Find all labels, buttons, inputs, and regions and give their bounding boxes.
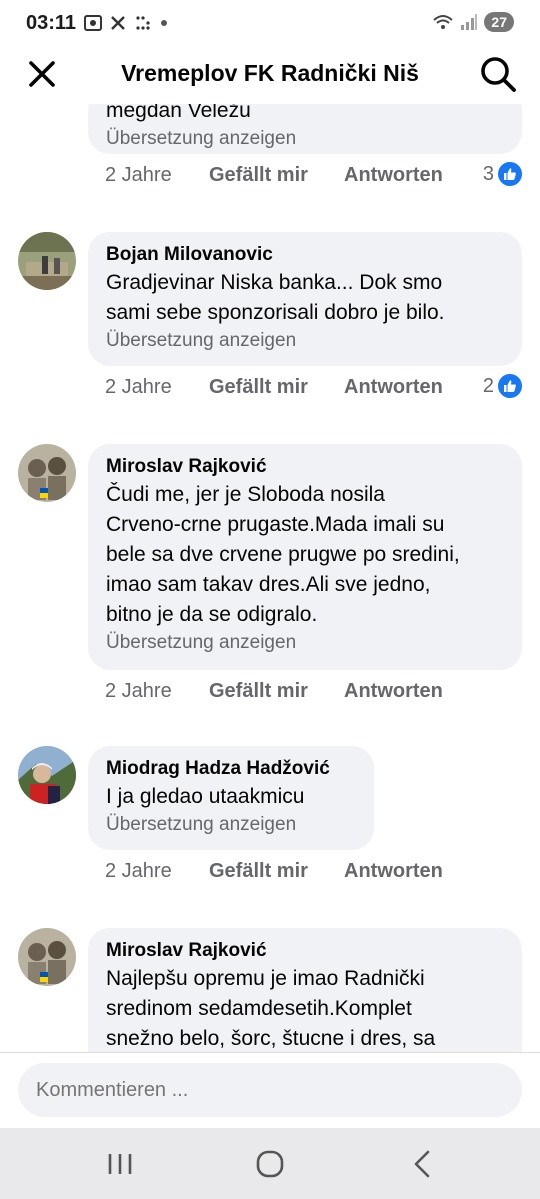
comment-text-line: bele sa dve crvene prugwe po sredini, <box>106 543 460 566</box>
avatar[interactable] <box>18 746 76 804</box>
thumbs-up-icon <box>498 374 522 398</box>
dot-icon <box>161 20 167 26</box>
comment-bubble[interactable]: Bojan Milovanovic Gradjevinar Niska bank… <box>88 232 522 366</box>
comment-bubble[interactable]: megdan Veležu Übersetzung anzeigen <box>88 104 522 154</box>
back-icon[interactable] <box>404 1146 440 1182</box>
comment-text-line: sami sebe sponzorisali dobro je bilo. <box>106 301 445 324</box>
page-title: Vremeplov FK Radnički Niš <box>121 60 419 86</box>
reply-button[interactable]: Antworten <box>344 376 443 399</box>
avatar[interactable] <box>18 232 76 290</box>
comment-time: 2 Jahre <box>105 164 172 186</box>
search-icon[interactable] <box>478 54 518 94</box>
comment-text-line: Crveno-crne prugaste.Mada imali su <box>106 513 445 536</box>
reaction-count[interactable]: 3 <box>483 162 522 186</box>
comment-text-line: Gradjevinar Niska banka... Dok smo <box>106 271 443 294</box>
gallery-icon <box>84 15 102 31</box>
comment-author[interactable]: Miroslav Rajković <box>106 938 504 964</box>
thumbs-up-icon <box>498 162 522 186</box>
like-button[interactable]: Gefällt mir <box>209 680 344 703</box>
wifi-icon <box>433 15 454 29</box>
see-translation-link[interactable]: Übersetzung anzeigen <box>106 812 356 838</box>
avatar[interactable] <box>18 928 76 986</box>
comment-composer <box>0 1052 540 1129</box>
dots-grid-icon <box>136 16 150 30</box>
status-notification-icons <box>84 14 168 32</box>
comment-text-line: snežno belo, šorc, štucne i dres, sa <box>106 1027 436 1050</box>
like-button[interactable]: Gefällt mir <box>209 164 344 187</box>
reaction-count[interactable]: 2 <box>483 374 522 398</box>
reaction-number: 2 <box>482 374 494 397</box>
reply-button[interactable]: Antworten <box>344 164 443 187</box>
battery-badge: 27 <box>484 12 514 32</box>
x-icon <box>111 16 125 30</box>
comment-text-line: sredinom sedamdesetih.Komplet <box>106 997 412 1020</box>
comment-actions: 2 Jahre Gefällt mir Antworten <box>105 680 443 703</box>
reply-button[interactable]: Antworten <box>344 860 443 883</box>
status-system-icons: 27 <box>432 12 514 32</box>
comment-time: 2 Jahre <box>105 376 172 398</box>
comment-author[interactable]: Miodrag Hadza Hadžović <box>106 756 356 782</box>
comment-text-line: Najlepšu opremu je imao Radnički <box>106 967 425 990</box>
status-time: 03:11 <box>26 12 77 34</box>
comments-feed[interactable]: megdan Veležu Übersetzung anzeigen 2 Jah… <box>0 104 540 1052</box>
comment-time: 2 Jahre <box>105 680 172 702</box>
comment-time: 2 Jahre <box>105 860 172 882</box>
like-button[interactable]: Gefällt mir <box>209 860 344 883</box>
status-bar: 03:11 27 <box>0 0 540 48</box>
avatar[interactable] <box>18 444 76 502</box>
comment-input[interactable] <box>18 1063 522 1117</box>
comment-text-line: imao sam takav dres.Ali sve jedno, <box>106 573 431 596</box>
comment-author[interactable]: Bojan Milovanovic <box>106 242 504 268</box>
comment-text-line: I ja gledao utaakmicu <box>106 785 305 808</box>
see-translation-link[interactable]: Übersetzung anzeigen <box>106 630 504 656</box>
comment-bubble[interactable]: Miroslav Rajković Najlepšu opremu je ima… <box>88 928 522 1052</box>
see-translation-link[interactable]: Übersetzung anzeigen <box>106 126 504 152</box>
comment-text-line: Čudi me, jer je Sloboda nosila <box>106 483 385 506</box>
comment-author[interactable]: Miroslav Rajković <box>106 454 504 480</box>
comment-text-line: megdan Veležu <box>106 104 251 122</box>
system-navigation-bar <box>0 1128 540 1199</box>
recent-apps-icon[interactable] <box>102 1146 138 1182</box>
comment-bubble[interactable]: Miroslav Rajković Čudi me, jer je Slobod… <box>88 444 522 670</box>
reaction-number: 3 <box>482 162 494 185</box>
signal-icon <box>461 14 478 30</box>
comment-actions: 2 Jahre Gefällt mir Antworten <box>105 860 443 883</box>
comment-actions: 2 Jahre Gefällt mir Antworten <box>105 164 443 187</box>
like-button[interactable]: Gefällt mir <box>209 376 344 399</box>
home-icon[interactable] <box>252 1146 288 1182</box>
comment-text-line: bitno je da se odigralo. <box>106 603 318 626</box>
see-translation-link[interactable]: Übersetzung anzeigen <box>106 328 504 354</box>
comment-bubble[interactable]: Miodrag Hadza Hadžović I ja gledao utaak… <box>88 746 374 850</box>
comment-actions: 2 Jahre Gefällt mir Antworten <box>105 376 443 399</box>
reply-button[interactable]: Antworten <box>344 680 443 703</box>
close-icon[interactable] <box>24 56 60 92</box>
app-header: Vremeplov FK Radnički Niš <box>0 48 540 104</box>
